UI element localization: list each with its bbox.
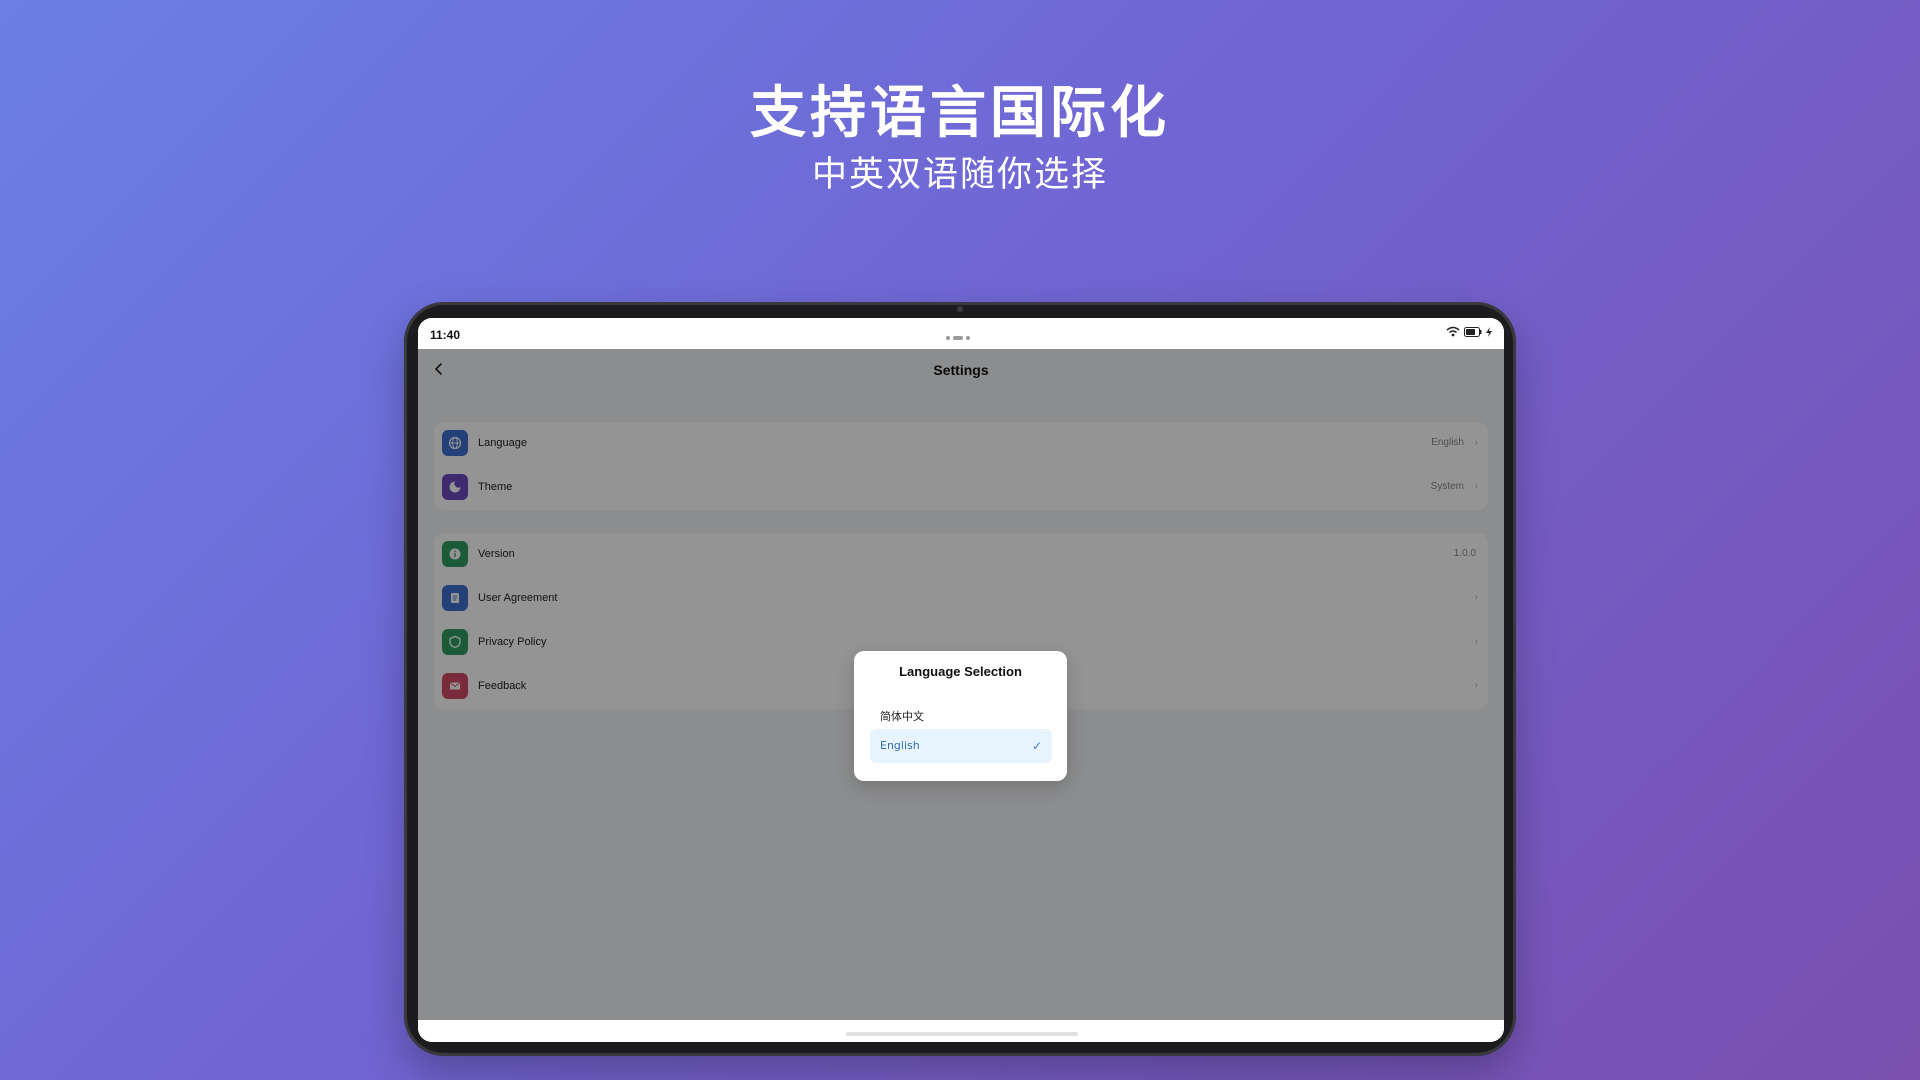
language-option-english[interactable]: English ✓ xyxy=(870,729,1052,763)
status-time: 11:40 xyxy=(430,328,461,342)
check-icon: ✓ xyxy=(1031,739,1042,753)
battery-icon xyxy=(1464,326,1482,337)
language-dialog: Language Selection 简体中文 English ✓ xyxy=(854,651,1067,781)
home-indicator[interactable] xyxy=(846,1032,1078,1036)
status-icons xyxy=(1446,326,1492,337)
camera-dot xyxy=(957,306,963,312)
hero-title: 支持语言国际化 xyxy=(750,81,1170,146)
language-option-chinese[interactable]: 简体中文 xyxy=(870,698,1052,732)
option-label: 简体中文 xyxy=(880,710,924,723)
dot xyxy=(966,336,970,340)
status-bar: 11:40 xyxy=(418,318,1504,349)
multitask-dots xyxy=(946,329,973,343)
wifi-icon xyxy=(1446,326,1460,337)
dialog-title: Language Selection xyxy=(899,664,1022,679)
hero-subtitle: 中英双语随你选择 xyxy=(811,155,1108,195)
modal-overlay[interactable]: Language Selection 简体中文 English ✓ xyxy=(418,349,1504,1020)
option-label: English xyxy=(880,739,920,752)
tablet-frame: 11:40 Settings Language English › Theme … xyxy=(404,302,1516,1056)
tablet-screen: 11:40 Settings Language English › Theme … xyxy=(418,318,1504,1042)
home-indicator-area xyxy=(418,1020,1504,1042)
dot xyxy=(946,336,950,340)
charging-icon xyxy=(1486,326,1492,337)
dot xyxy=(953,336,963,340)
